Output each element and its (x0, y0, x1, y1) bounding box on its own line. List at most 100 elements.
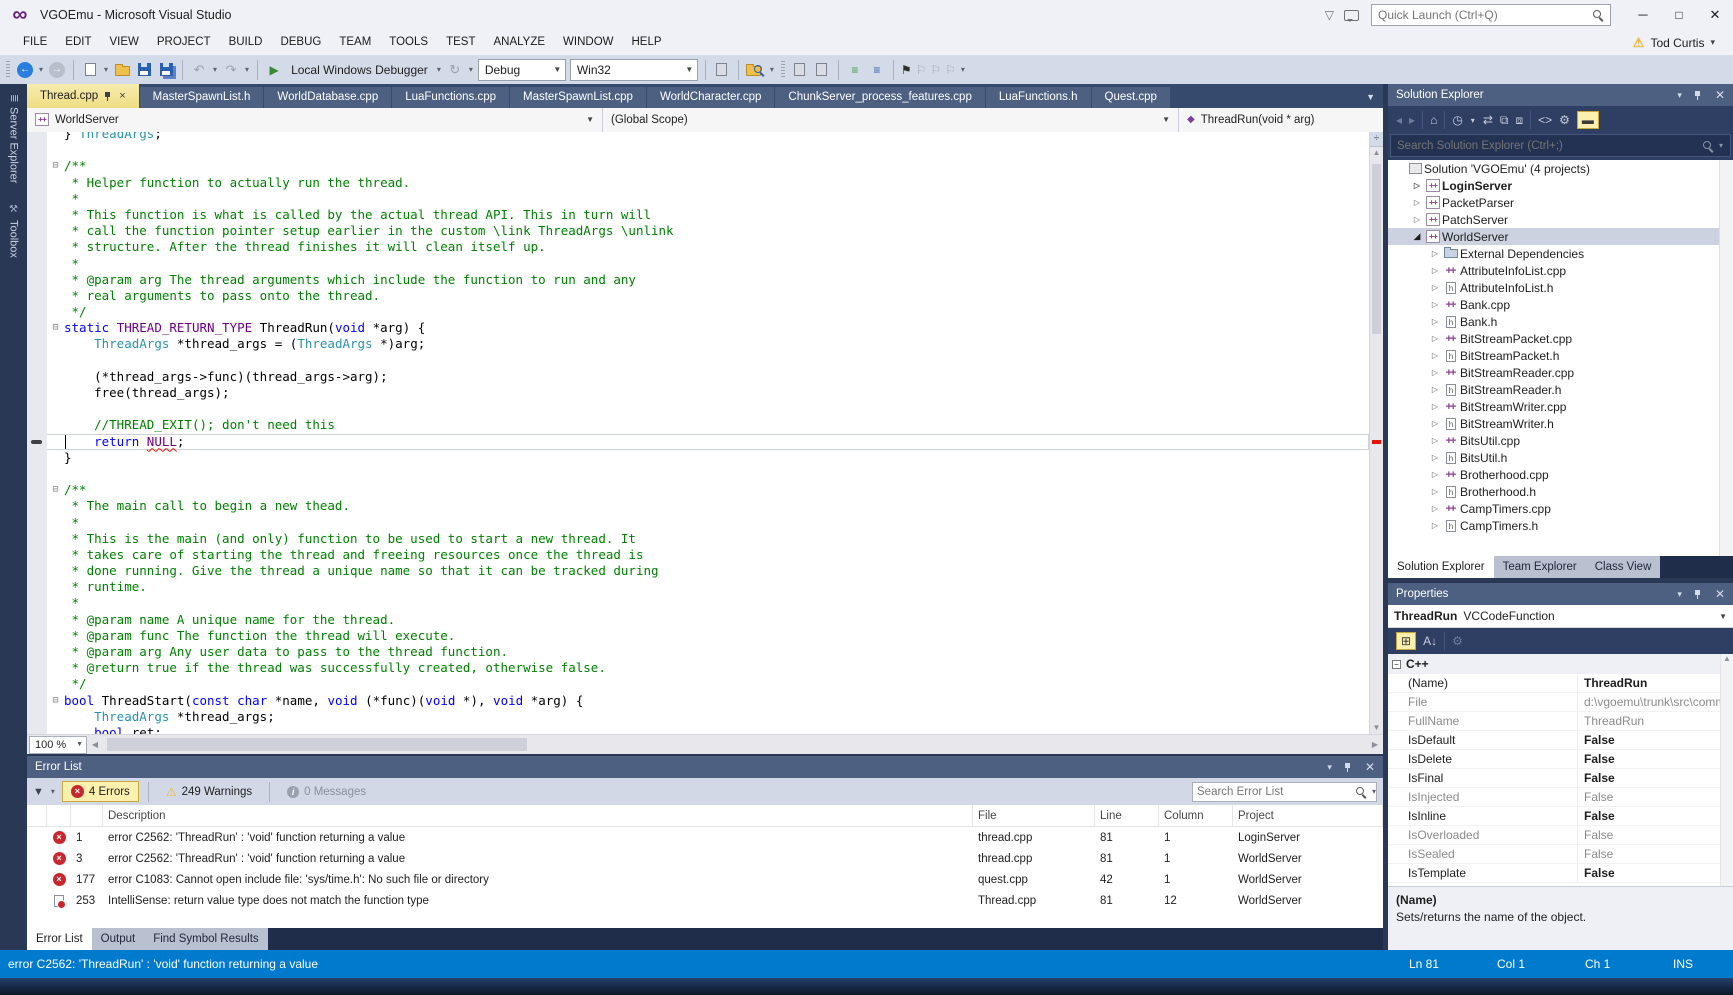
code-line[interactable]: ⊟/** (27, 158, 1369, 174)
project-dropdown-caret-icon[interactable]: ▼ (582, 115, 598, 124)
error-list-search-box[interactable]: ▾ (1192, 782, 1377, 802)
new-project-dropdown-icon[interactable]: ▾ (103, 65, 109, 74)
code-line[interactable]: free(thread_args); (27, 385, 1369, 401)
code-line[interactable] (27, 353, 1369, 369)
code-editor[interactable]: } ThreadArgs;⊟/** * Helper function to a… (27, 132, 1383, 734)
sidebar-item-toolbox[interactable]: ⚒ Toolbox (8, 196, 20, 266)
copy-reference-icon[interactable] (813, 59, 831, 81)
expander-icon[interactable]: ▷ (1428, 334, 1442, 343)
menu-analyze[interactable]: ANALYZE (484, 30, 554, 55)
preview-selected-items-icon[interactable]: ▬ (1577, 111, 1599, 129)
expander-icon[interactable]: ▷ (1410, 215, 1424, 224)
scope-dropdown[interactable]: (Global Scope) ▼ (603, 108, 1179, 132)
comment-lines-icon[interactable]: ≡ (846, 59, 864, 81)
property-value[interactable]: False (1578, 866, 1733, 880)
quick-launch-input[interactable] (1378, 8, 1592, 22)
search-dropdown-icon[interactable]: ▾ (1371, 787, 1377, 796)
back-icon[interactable]: ◂ (1396, 113, 1402, 127)
toolbar-overflow-icon[interactable]: ▾ (960, 65, 966, 74)
navigate-backward-dropdown-icon[interactable]: ▾ (38, 65, 44, 74)
code-line[interactable]: ⊟static THREAD_RETURN_TYPE ThreadRun(voi… (27, 320, 1369, 336)
menu-test[interactable]: TEST (437, 30, 484, 55)
scope-dropdown-caret-icon[interactable]: ▼ (1158, 115, 1174, 124)
tree-item-bitstreamreader.cpp[interactable]: ▷++BitStreamReader.cpp (1388, 364, 1733, 381)
code-line[interactable]: //THREAD_EXIT(); don't need this (27, 417, 1369, 433)
menu-view[interactable]: VIEW (101, 30, 148, 55)
toolbar-grip-2[interactable] (781, 61, 785, 79)
solution-explorer-search-box[interactable]: ▾ (1390, 134, 1731, 157)
tree-item-solution-vgoemu-4-projects-[interactable]: Solution 'VGOEmu' (4 projects) (1388, 160, 1733, 177)
code-line[interactable] (27, 142, 1369, 158)
tree-item-bitstreamreader.h[interactable]: ▷hBitStreamReader.h (1388, 381, 1733, 398)
code-line[interactable]: ⊟/** (27, 482, 1369, 498)
doc-tab-chunkserver_process_features.cpp[interactable]: ChunkServer_process_features.cpp (775, 87, 984, 108)
minimize-button[interactable]: ─ (1625, 0, 1661, 30)
tab-find-symbol-results[interactable]: Find Symbol Results (144, 928, 267, 950)
navigate-backward-icon[interactable]: ← (16, 59, 34, 81)
menu-project[interactable]: PROJECT (148, 30, 220, 55)
tree-item-loginserver[interactable]: ▷++LoginServer (1388, 177, 1733, 194)
home-icon[interactable]: ⌂ (1430, 113, 1437, 127)
fold-collapse-icon[interactable]: ⊟ (47, 482, 64, 498)
property-value[interactable]: False (1578, 752, 1733, 766)
menu-tools[interactable]: TOOLS (380, 30, 437, 55)
doc-tab-worlddatabase.cpp[interactable]: WorldDatabase.cpp (264, 87, 391, 108)
pending-changes-filter-icon[interactable]: ◷ (1452, 113, 1462, 127)
expander-icon[interactable]: ▷ (1428, 249, 1442, 258)
window-position-icon[interactable]: ▾ (1677, 90, 1682, 101)
code-line[interactable]: * Helper function to actually run the th… (27, 175, 1369, 191)
project-dropdown[interactable]: ++ WorldServer ▼ (27, 108, 603, 132)
property-pages-icon[interactable]: ⚙ (1452, 634, 1463, 648)
code-line[interactable]: bool ret; (27, 725, 1369, 734)
restart-dropdown-icon[interactable]: ▾ (468, 65, 474, 74)
solution-platform-combo[interactable]: Win32 ▼ (570, 59, 698, 81)
user-name[interactable]: Tod Curtis (1650, 36, 1704, 50)
previous-bookmark-icon[interactable]: ⚐ (916, 63, 927, 77)
platform-dropdown-icon[interactable]: ▼ (682, 65, 697, 74)
property-value[interactable]: ThreadRun (1578, 714, 1733, 728)
code-line[interactable]: * This is the main (and only) function t… (27, 531, 1369, 547)
close-panel-icon[interactable]: ✕ (1715, 88, 1725, 102)
code-line[interactable]: * takes care of starting the thread and … (27, 547, 1369, 563)
code-line[interactable]: (*thread_args->func)(thread_args->arg); (27, 369, 1369, 385)
toggle-bookmark-icon[interactable]: ⚑ (901, 63, 912, 77)
tree-item-brotherhood.h[interactable]: ▷hBrotherhood.h (1388, 483, 1733, 500)
code-line[interactable]: ThreadArgs *thread_args = (ThreadArgs *)… (27, 336, 1369, 352)
code-line[interactable] (27, 401, 1369, 417)
error-list-title-bar[interactable]: Error List ▾ ✕ (27, 756, 1383, 778)
redo-icon[interactable]: ↷ (222, 59, 240, 81)
code-line[interactable]: * @param func The function the thread wi… (27, 628, 1369, 644)
attach-to-process-icon[interactable] (713, 59, 731, 81)
properties-title-bar[interactable]: Properties ▾ ✕ (1388, 583, 1733, 605)
tree-item-attributeinfolist.h[interactable]: ▷hAttributeInfoList.h (1388, 279, 1733, 296)
property-row-isdelete[interactable]: IsDeleteFalse (1388, 750, 1733, 769)
tree-item-attributeinfolist.cpp[interactable]: ▷++AttributeInfoList.cpp (1388, 262, 1733, 279)
tree-item-patchserver[interactable]: ▷++PatchServer (1388, 211, 1733, 228)
find-in-files-icon[interactable] (746, 59, 765, 81)
window-position-icon[interactable]: ▾ (1677, 589, 1682, 600)
search-dropdown-icon[interactable]: ▾ (1718, 141, 1724, 150)
vertical-scroll-thumb[interactable] (1372, 164, 1381, 334)
menu-help[interactable]: HELP (623, 30, 671, 55)
expander-icon[interactable]: ▷ (1410, 198, 1424, 207)
property-row-issealed[interactable]: IsSealedFalse (1388, 845, 1733, 864)
expander-icon[interactable]: ▷ (1428, 283, 1442, 292)
status-column[interactable]: Col 1 (1497, 957, 1585, 971)
expander-icon[interactable]: ▷ (1428, 351, 1442, 360)
code-line[interactable]: * @param arg The thread arguments which … (27, 272, 1369, 288)
doc-tab-luafunctions.cpp[interactable]: LuaFunctions.cpp (392, 87, 509, 108)
doc-tab-luafunctions.h[interactable]: LuaFunctions.h (986, 87, 1091, 108)
code-line[interactable]: * (27, 515, 1369, 531)
code-line[interactable]: * done running. Give the thread a unique… (27, 563, 1369, 579)
undo-icon[interactable]: ↶ (190, 59, 208, 81)
tree-item-bitsutil.cpp[interactable]: ▷++BitsUtil.cpp (1388, 432, 1733, 449)
code-line[interactable]: * (27, 595, 1369, 611)
property-value[interactable]: False (1578, 790, 1733, 804)
column-header-line[interactable]: Line (1095, 805, 1159, 826)
editor-split-handle[interactable]: ÷ (1370, 132, 1383, 147)
property-row-istemplate[interactable]: IsTemplateFalse (1388, 864, 1733, 883)
expander-icon[interactable]: ▷ (1428, 317, 1442, 326)
tab-overflow-icon[interactable]: ▼ (1366, 92, 1383, 108)
code-line[interactable]: */ (27, 304, 1369, 320)
properties-object-dropdown[interactable]: ThreadRun VCCodeFunction ▼ (1388, 605, 1733, 628)
